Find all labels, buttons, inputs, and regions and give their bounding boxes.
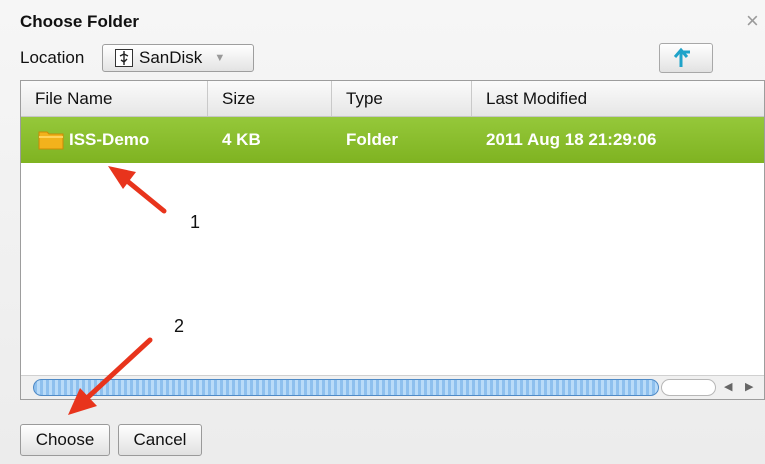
annotation-label-1: 1 (190, 212, 201, 232)
annotation-label-2: 2 (174, 316, 185, 336)
annotation-arrows (68, 166, 167, 415)
annotation-arrow-1 (108, 166, 167, 214)
annotation-arrow-2 (68, 337, 153, 415)
